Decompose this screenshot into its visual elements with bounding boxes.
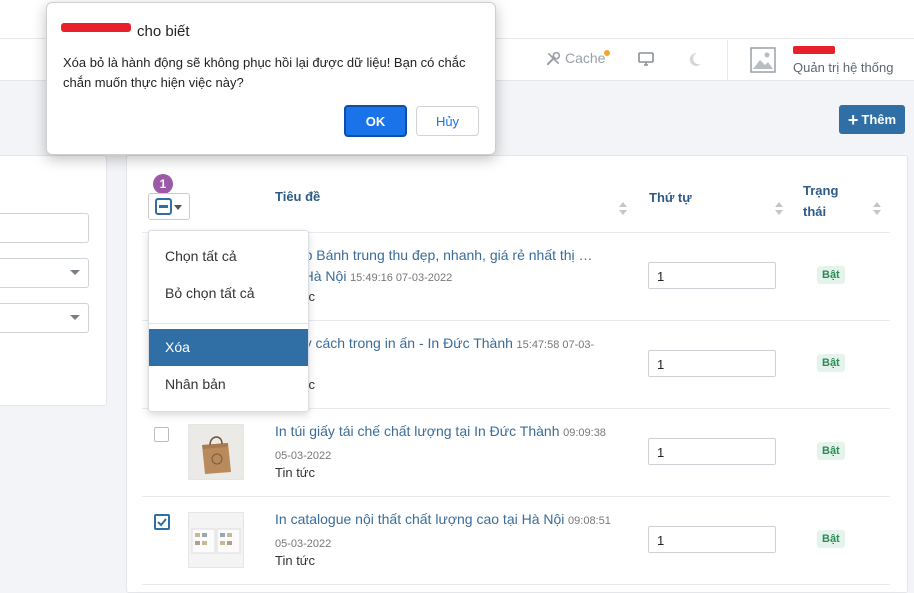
filter-panel [0,155,107,406]
catalogue-image [189,513,243,567]
cancel-button[interactable]: Hủy [416,106,479,136]
user-name-redacted[interactable] [793,46,835,54]
menu-item-delete[interactable]: Xóa [149,329,308,366]
selected-count-badge: 1 [153,174,173,194]
dialog-message: Xóa bỏ là hành động sẽ không phục hồi lạ… [63,55,466,90]
cache-label: Cache [565,50,606,66]
moon-icon[interactable] [688,52,702,67]
wrench-icon [546,51,561,65]
row-timestamp: 15:49:16 07-03-2022 [350,272,453,284]
row-title-block: …hộp Bánh trung thu đẹp, nhanh, giá rẻ n… [275,245,615,289]
user-role: Quản trị hệ thống [793,60,894,75]
dialog-site-name-redacted [61,23,131,32]
cache-button[interactable]: Cache [546,50,610,66]
paper-bag-image [189,425,243,479]
row-title-block: …quy cách trong in ấn - In Đức Thành 15:… [275,333,615,356]
row-category: Tin tức [275,553,316,568]
row-checkbox-checked[interactable] [154,514,170,530]
menu-item-deselect-all[interactable]: Bỏ chọn tất cả [149,275,308,312]
sort-icon[interactable] [619,202,627,216]
bulk-action-toggle[interactable] [148,193,190,220]
plus-icon: + [847,109,859,130]
cache-notification-dot [604,50,610,56]
menu-item-select-all[interactable]: Chọn tất cả [149,238,308,275]
topbar-separator [727,40,728,80]
order-input[interactable]: 1 [648,526,776,553]
bulk-action-menu: Chọn tất cả Bỏ chọn tất cả Xóa Nhân bản [148,230,309,412]
chevron-down-icon [70,315,80,320]
order-input[interactable]: 1 [648,262,776,289]
indeterminate-checkbox-icon [155,198,172,215]
sort-icon[interactable] [873,202,881,216]
sort-icon[interactable] [775,202,783,216]
order-input[interactable]: 1 [648,438,776,465]
status-badge[interactable]: Bật [817,530,845,548]
confirm-dialog: cho biết Xóa bỏ là hành động sẽ không ph… [46,2,496,155]
chevron-down-icon [70,270,80,275]
filter-select-1[interactable] [0,258,89,288]
row-divider [142,496,890,497]
row-thumbnail[interactable] [188,512,244,568]
status-badge[interactable]: Bật [817,354,845,372]
ok-button[interactable]: OK [344,105,407,137]
row-timestamp: 15:47:58 07-03- [516,339,595,351]
status-badge[interactable]: Bật [817,442,845,460]
menu-divider [149,323,308,324]
row-title-link[interactable]: In túi giấy tái chế chất lượng tại In Đứ… [275,423,559,439]
add-button[interactable]: + Thêm [839,105,905,134]
row-title-link[interactable]: …quy cách trong in ấn - In Đức Thành [275,335,513,351]
status-badge[interactable]: Bật [817,266,845,284]
filter-search-input[interactable] [0,213,89,243]
order-input[interactable]: 1 [648,350,776,377]
row-checkbox[interactable] [154,427,169,442]
dialog-title: cho biết [137,23,190,40]
column-header-title[interactable]: Tiêu đề [275,189,320,204]
column-header-status[interactable]: Trạng thái [803,180,849,222]
row-divider [142,584,890,585]
add-button-label: Thêm [861,112,897,127]
menu-item-duplicate[interactable]: Nhân bản [149,366,308,403]
filter-select-2[interactable] [0,303,89,333]
checkmark-icon [157,518,167,527]
row-title-block: In catalogue nội thất chất lượng cao tại… [275,509,615,555]
row-title-link[interactable]: In catalogue nội thất chất lượng cao tại… [275,511,564,527]
row-thumbnail[interactable] [188,424,244,480]
caret-down-icon [174,205,182,210]
row-title-block: In túi giấy tái chế chất lượng tại In Đứ… [275,421,615,467]
column-header-order[interactable]: Thứ tự [649,190,692,205]
avatar-placeholder-icon[interactable] [750,46,776,74]
row-category: Tin tức [275,465,316,480]
monitor-icon[interactable] [638,52,654,67]
